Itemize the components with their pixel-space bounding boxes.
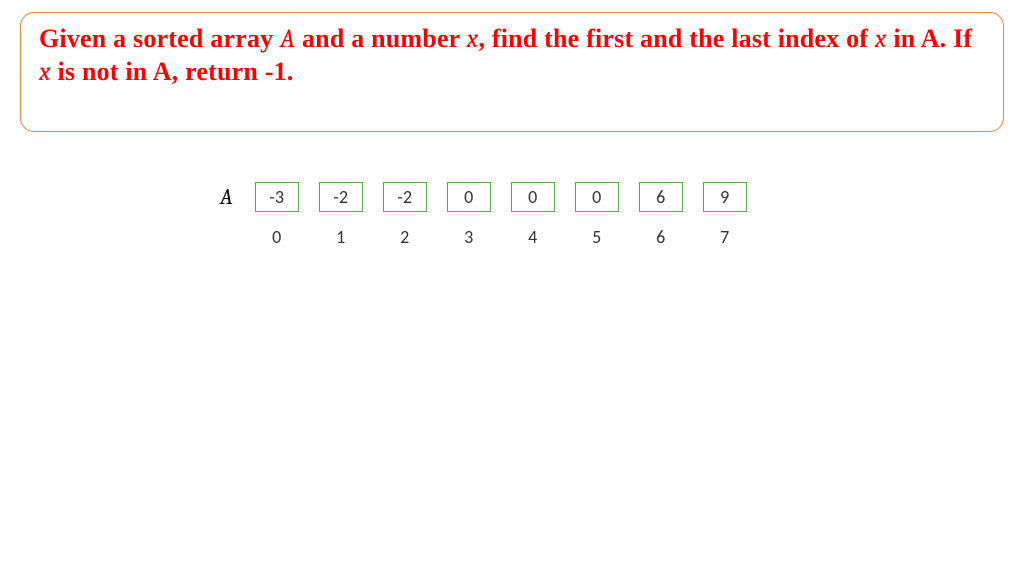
math-var: x — [467, 24, 479, 54]
array-cell: 0 — [447, 182, 491, 212]
array-cell: 0 — [511, 182, 555, 212]
problem-statement-box: Given a sorted array A and a number x, f… — [20, 12, 1004, 132]
problem-text: Given a sorted array A and a number x, f… — [39, 23, 985, 88]
array-values-row: -3-2-200069 — [255, 182, 747, 212]
array-index: 2 — [383, 226, 427, 248]
array-cells-wrap: -3-2-200069 01234567 — [255, 182, 747, 248]
array-indices-row: 01234567 — [255, 226, 747, 248]
array-visualization: A -3-2-200069 01234567 — [20, 182, 1004, 248]
array-cell: 0 — [575, 182, 619, 212]
array-cell: -3 — [255, 182, 299, 212]
array-index: 4 — [511, 226, 555, 248]
array-index: 0 — [255, 226, 299, 248]
array-cell: 9 — [703, 182, 747, 212]
math-var: A — [280, 24, 295, 54]
array-index: 3 — [447, 226, 491, 248]
array-index: 1 — [319, 226, 363, 248]
array-cell: 6 — [639, 182, 683, 212]
array-index: 6 — [639, 226, 683, 248]
array-cell: -2 — [383, 182, 427, 212]
array-index: 7 — [703, 226, 747, 248]
array-label: A — [220, 184, 233, 210]
math-var: x — [875, 24, 887, 54]
array-cell: -2 — [319, 182, 363, 212]
array-index: 5 — [575, 226, 619, 248]
math-var: x — [39, 57, 51, 87]
